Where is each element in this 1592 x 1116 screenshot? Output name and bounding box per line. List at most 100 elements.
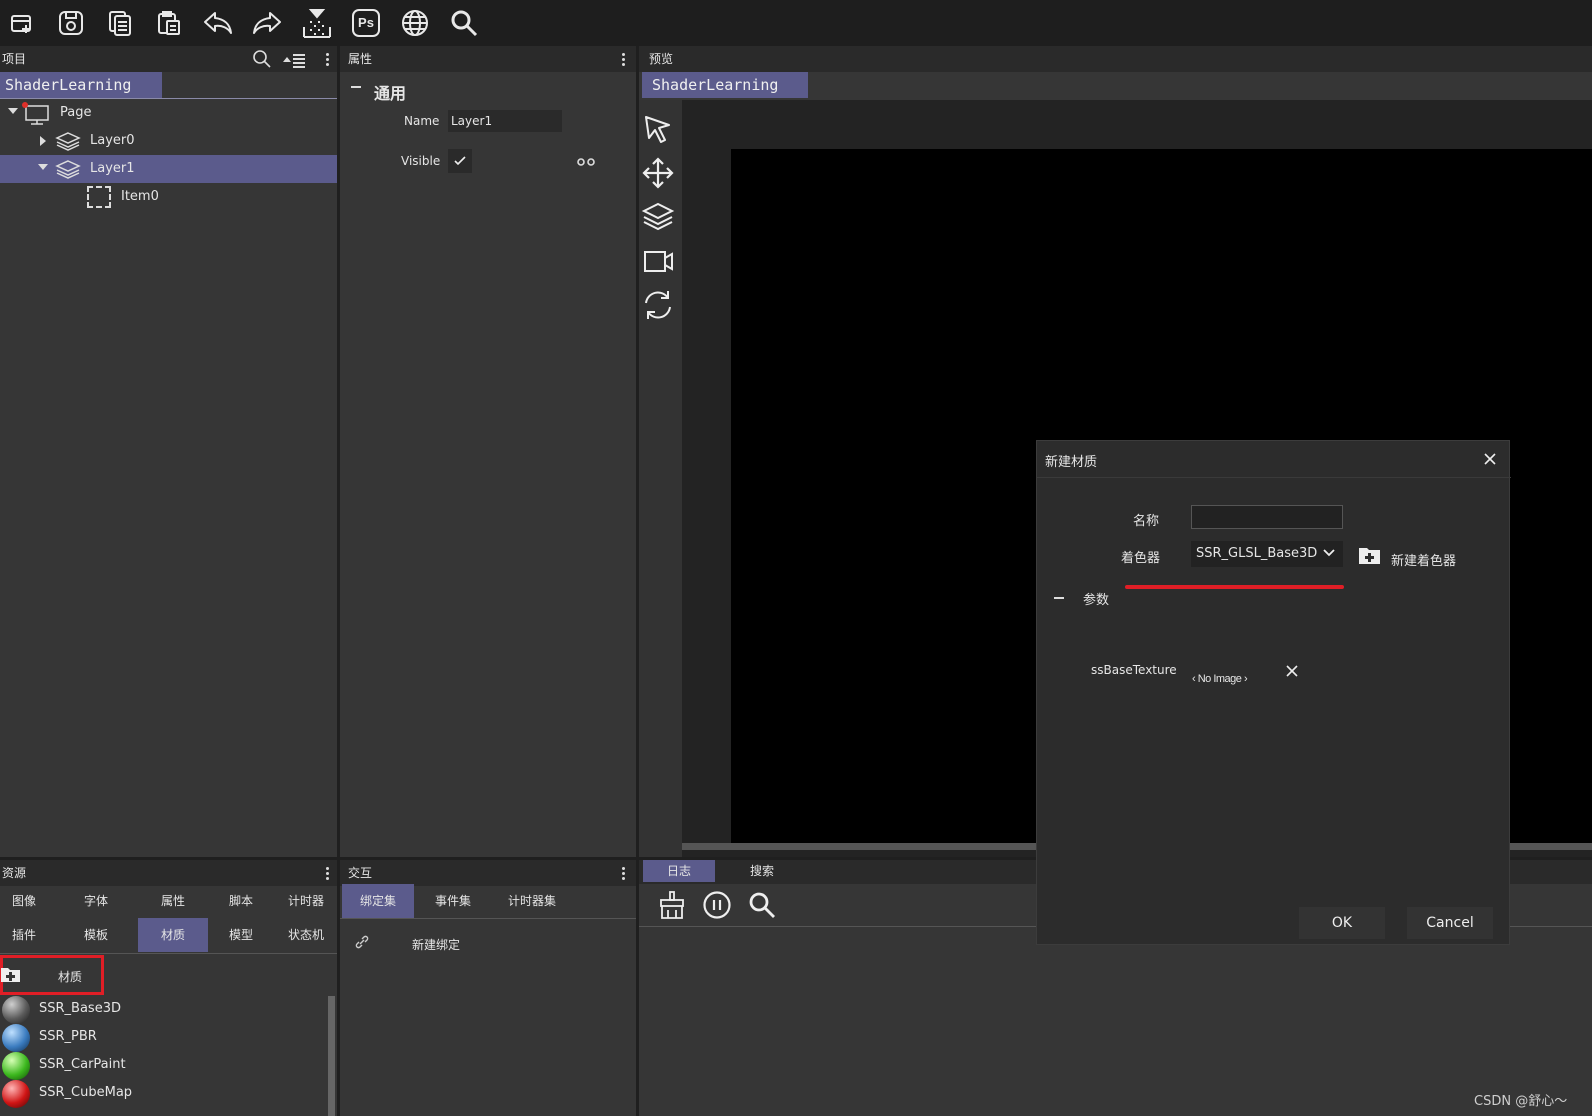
new-material-dialog: 新建材质 名称 着色器 SSR_GLSL_Base3D 新建着色器 参数 ssB… bbox=[1036, 440, 1511, 945]
sort-icon[interactable] bbox=[282, 52, 306, 68]
expand-arrow-icon[interactable] bbox=[38, 164, 48, 170]
build-icon[interactable] bbox=[297, 3, 337, 43]
project-doc-tab[interactable]: ShaderLearning bbox=[0, 72, 162, 98]
layers-icon bbox=[55, 131, 81, 151]
res-tab-state-machine[interactable]: 状态机 bbox=[278, 918, 334, 952]
interaction-header-label: 交互 bbox=[348, 866, 373, 880]
shader-select-value: SSR_GLSL_Base3D bbox=[1196, 546, 1318, 561]
check-icon bbox=[454, 156, 466, 166]
project-search-icon[interactable] bbox=[252, 49, 272, 69]
collapse-section-icon[interactable] bbox=[351, 86, 361, 88]
layers-icon[interactable] bbox=[641, 200, 675, 234]
preview-panel-header: 预览 bbox=[639, 46, 1592, 72]
properties-header-label: 属性 bbox=[348, 52, 373, 66]
log-search-icon[interactable] bbox=[747, 890, 777, 920]
pointer-icon[interactable] bbox=[641, 112, 675, 146]
shader-select[interactable]: SSR_GLSL_Base3D bbox=[1191, 541, 1343, 567]
name-input[interactable]: Layer1 bbox=[448, 110, 562, 132]
redo-icon[interactable] bbox=[247, 3, 287, 43]
photoshop-icon[interactable]: Ps bbox=[346, 3, 386, 43]
resources-menu-icon[interactable] bbox=[322, 865, 332, 881]
res-tab-font[interactable]: 字体 bbox=[72, 884, 120, 918]
project-menu-icon[interactable] bbox=[322, 51, 332, 67]
res-tab-timer[interactable]: 计时器 bbox=[278, 884, 334, 918]
link-chain-icon bbox=[354, 934, 370, 950]
res-tab-plugin[interactable]: 插件 bbox=[0, 918, 48, 952]
res-tab-property[interactable]: 属性 bbox=[138, 884, 208, 918]
move-icon[interactable] bbox=[641, 156, 675, 190]
add-material-button[interactable]: 材质 bbox=[0, 955, 104, 995]
new-file-icon[interactable] bbox=[2, 3, 42, 43]
res-tab-model[interactable]: 模型 bbox=[214, 918, 268, 952]
resources-header-label: 资源 bbox=[2, 866, 27, 880]
material-name-input[interactable] bbox=[1191, 505, 1343, 529]
close-icon[interactable] bbox=[1483, 452, 1497, 466]
material-item[interactable]: SSR_CubeMap bbox=[0, 1079, 326, 1108]
search-icon[interactable] bbox=[444, 3, 484, 43]
tree-item-item0[interactable]: Item0 bbox=[0, 183, 340, 211]
project-header-label: 项目 bbox=[2, 52, 27, 66]
divider bbox=[340, 918, 636, 919]
visible-checkbox[interactable] bbox=[448, 149, 472, 173]
tree-item-layer0[interactable]: Layer0 bbox=[0, 127, 340, 155]
undo-icon[interactable] bbox=[198, 3, 238, 43]
link-icon[interactable] bbox=[576, 156, 598, 168]
tree-label: Item0 bbox=[121, 189, 159, 204]
material-item[interactable]: SSR_Base3D bbox=[0, 995, 326, 1024]
chevron-down-icon bbox=[1323, 549, 1335, 557]
red-underline-annotation bbox=[1125, 585, 1344, 589]
collapse-arrow-icon[interactable] bbox=[40, 136, 46, 146]
globe-icon[interactable] bbox=[395, 3, 435, 43]
clear-texture-icon[interactable] bbox=[1285, 664, 1299, 678]
save-icon[interactable] bbox=[51, 3, 91, 43]
refresh-icon[interactable] bbox=[641, 288, 675, 322]
res-tab-material[interactable]: 材质 bbox=[138, 918, 208, 952]
monitor-icon bbox=[22, 102, 52, 126]
sphere-icon bbox=[2, 996, 30, 1024]
res-tab-script[interactable]: 脚本 bbox=[214, 884, 268, 918]
tab-timers[interactable]: 计时器集 bbox=[492, 884, 572, 918]
res-tab-template[interactable]: 模板 bbox=[72, 918, 120, 952]
new-binding-button[interactable]: 新建绑定 bbox=[412, 936, 460, 953]
tree-label: Layer0 bbox=[90, 133, 135, 148]
tree-label: Layer1 bbox=[90, 161, 135, 176]
tree-item-page[interactable]: Page bbox=[0, 99, 340, 127]
resources-scrollbar[interactable] bbox=[328, 996, 335, 1116]
tree-label: Page bbox=[60, 105, 92, 120]
collapse-params-icon[interactable] bbox=[1054, 597, 1064, 599]
material-name: SSR_CubeMap bbox=[39, 1085, 133, 1100]
tab-bindings[interactable]: 绑定集 bbox=[342, 884, 414, 918]
tab-events[interactable]: 事件集 bbox=[418, 884, 488, 918]
dialog-title: 新建材质 bbox=[1045, 455, 1098, 470]
tab-search[interactable]: 搜索 bbox=[727, 860, 797, 882]
copy-icon[interactable] bbox=[100, 3, 140, 43]
visible-label: Visible bbox=[401, 154, 441, 168]
material-item[interactable]: SSR_PBR bbox=[0, 1023, 326, 1052]
properties-panel-header: 属性 bbox=[340, 46, 636, 72]
sphere-icon bbox=[2, 1024, 30, 1052]
watermark: CSDN @舒心～ bbox=[1474, 1094, 1568, 1109]
tab-log[interactable]: 日志 bbox=[643, 860, 715, 882]
cancel-button[interactable]: Cancel bbox=[1407, 907, 1493, 939]
expand-arrow-icon[interactable] bbox=[8, 108, 18, 114]
new-shader-button[interactable]: 新建着色器 bbox=[1359, 545, 1469, 569]
dashed-item-icon bbox=[87, 186, 111, 208]
camera-icon[interactable] bbox=[641, 244, 675, 278]
interaction-panel: 交互 绑定集 事件集 计时器集 新建绑定 bbox=[340, 860, 636, 1116]
material-item[interactable]: SSR_CarPaint bbox=[0, 1051, 326, 1080]
tree-item-layer1[interactable]: Layer1 bbox=[0, 155, 340, 183]
clear-broom-icon[interactable] bbox=[657, 890, 687, 920]
material-name: SSR_PBR bbox=[39, 1029, 97, 1044]
layers-icon bbox=[55, 159, 81, 179]
sphere-icon bbox=[2, 1080, 30, 1108]
add-folder-icon bbox=[1359, 545, 1381, 565]
ok-button[interactable]: OK bbox=[1299, 907, 1385, 939]
properties-menu-icon[interactable] bbox=[618, 51, 628, 67]
interaction-menu-icon[interactable] bbox=[618, 865, 628, 881]
add-folder-icon bbox=[1, 965, 21, 983]
pause-icon[interactable] bbox=[702, 890, 732, 920]
res-tab-image[interactable]: 图像 bbox=[0, 884, 48, 918]
no-image-placeholder[interactable]: ‹ No Image › bbox=[1192, 673, 1248, 685]
paste-icon[interactable] bbox=[149, 3, 189, 43]
preview-doc-tab[interactable]: ShaderLearning bbox=[642, 72, 808, 98]
